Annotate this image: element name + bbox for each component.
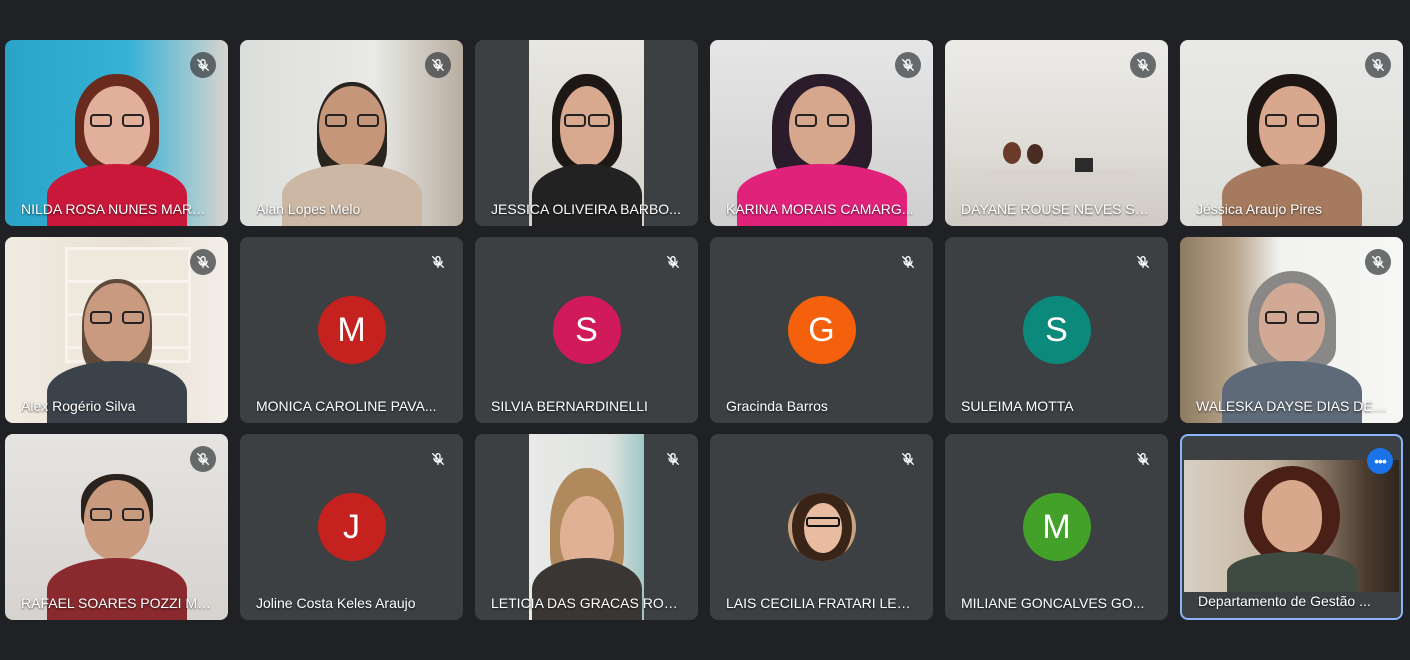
participant-name: Alan Lopes Melo (256, 201, 361, 217)
participant-avatar: G (787, 296, 856, 364)
mic-off-icon (1130, 249, 1156, 275)
participant-avatar: S (552, 296, 621, 364)
participant-video (1184, 460, 1399, 592)
participant-tile[interactable]: KARINA MORAIS CAMARG... (710, 40, 933, 226)
participant-photo-avatar (787, 493, 856, 561)
mic-off-icon (425, 446, 451, 472)
participant-tile[interactable]: NILDA ROSA NUNES MARTI... (5, 40, 228, 226)
participant-tile[interactable]: WALESKA DAYSE DIAS DE ... (1180, 237, 1403, 423)
participant-video (529, 40, 644, 226)
participant-name: Gracinda Barros (726, 398, 828, 414)
participant-name: SULEIMA MOTTA (961, 398, 1074, 414)
participant-video (529, 434, 644, 620)
participant-tile[interactable]: M MONICA CAROLINE PAVA... (240, 237, 463, 423)
mic-off-icon (660, 249, 686, 275)
participant-tile[interactable]: Jéssica Araujo Pires (1180, 40, 1403, 226)
participant-tile[interactable]: S SILVIA BERNARDINELLI (475, 237, 698, 423)
mic-off-icon (190, 249, 216, 275)
participant-name: DAYANE ROUSE NEVES SO... (961, 201, 1152, 217)
participant-name: RAFAEL SOARES POZZI MA... (21, 595, 212, 611)
participant-name: Alex Rogério Silva (21, 398, 136, 414)
mic-off-icon (190, 446, 216, 472)
participant-tile[interactable]: G Gracinda Barros (710, 237, 933, 423)
participant-tile[interactable]: M MILIANE GONCALVES GO... (945, 434, 1168, 620)
participant-avatar: J (317, 493, 386, 561)
mic-off-icon (1130, 52, 1156, 78)
participant-name: JESSICA OLIVEIRA BARBO... (491, 201, 681, 217)
participant-name: Departamento de Gestão ... (1198, 593, 1371, 609)
mic-off-icon (425, 249, 451, 275)
participant-name: Joline Costa Keles Araujo (256, 595, 416, 611)
participant-tile[interactable]: Alan Lopes Melo (240, 40, 463, 226)
participant-name: NILDA ROSA NUNES MARTI... (21, 201, 212, 217)
mic-off-icon (1130, 446, 1156, 472)
mic-off-icon (895, 446, 921, 472)
participant-name: MONICA CAROLINE PAVA... (256, 398, 437, 414)
participant-tile[interactable]: Alex Rogério Silva (5, 237, 228, 423)
participant-name: KARINA MORAIS CAMARG... (726, 201, 914, 217)
participant-avatar: M (1022, 493, 1091, 561)
mic-off-icon (190, 52, 216, 78)
mic-off-icon (660, 446, 686, 472)
participant-grid: NILDA ROSA NUNES MARTI... Alan Lopes Mel… (5, 40, 1403, 620)
mic-off-icon (1365, 249, 1391, 275)
participant-figure (1226, 462, 1357, 592)
participant-name: LAIS CECILIA FRATARI LEA... (726, 595, 917, 611)
participant-tile[interactable]: LAIS CECILIA FRATARI LEA... (710, 434, 933, 620)
self-participant-tile[interactable]: ••• Departamento de Gestão ... (1180, 434, 1403, 620)
participant-tile[interactable]: JESSICA OLIVEIRA BARBO... (475, 40, 698, 226)
participant-name: Jéssica Araujo Pires (1196, 201, 1323, 217)
participant-avatar: M (317, 296, 386, 364)
participant-tile[interactable]: DAYANE ROUSE NEVES SO... (945, 40, 1168, 226)
participant-name: MILIANE GONCALVES GO... (961, 595, 1145, 611)
participant-name: LETICIA DAS GRACAS ROS... (491, 595, 682, 611)
participant-avatar: S (1022, 296, 1091, 364)
participant-name: SILVIA BERNARDINELLI (491, 398, 648, 414)
participant-tile[interactable]: J Joline Costa Keles Araujo (240, 434, 463, 620)
more-options-icon[interactable]: ••• (1367, 448, 1393, 474)
participant-tile[interactable]: S SULEIMA MOTTA (945, 237, 1168, 423)
mic-off-icon (1365, 52, 1391, 78)
participant-name: WALESKA DAYSE DIAS DE ... (1196, 398, 1387, 414)
mic-off-icon (895, 249, 921, 275)
mic-off-icon (895, 52, 921, 78)
participant-tile[interactable]: RAFAEL SOARES POZZI MA... (5, 434, 228, 620)
mic-off-icon (425, 52, 451, 78)
participant-tile[interactable]: LETICIA DAS GRACAS ROS... (475, 434, 698, 620)
